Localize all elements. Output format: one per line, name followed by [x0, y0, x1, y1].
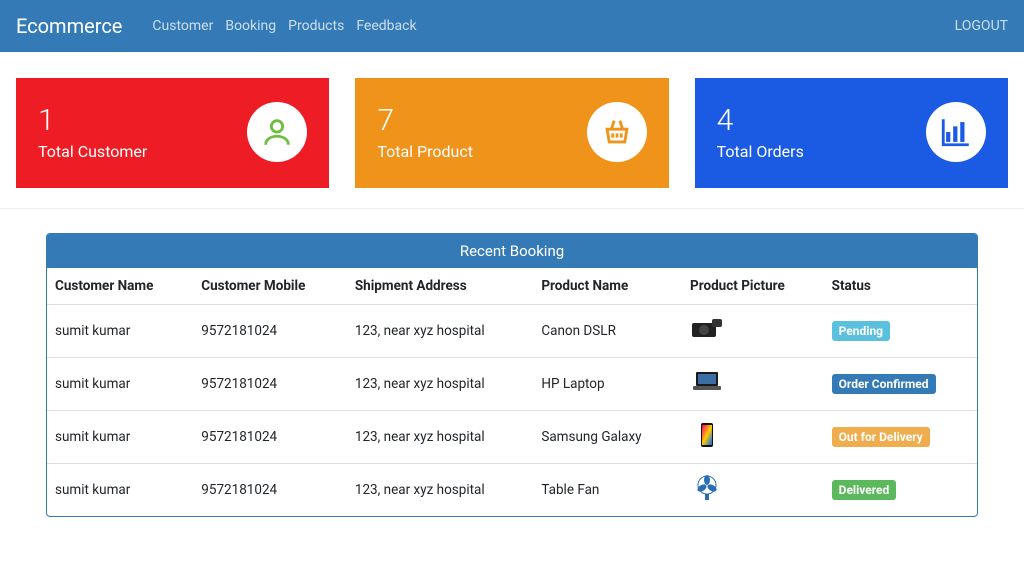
table-row: sumit kumar9572181024123, near xyz hospi…: [47, 411, 977, 464]
user-icon: [247, 102, 307, 162]
cell-product-name: Canon DSLR: [533, 305, 682, 358]
cell-shipment-address: 123, near xyz hospital: [347, 305, 533, 358]
nav-link-products[interactable]: Products: [288, 18, 344, 34]
table-row: sumit kumar9572181024123, near xyz hospi…: [47, 464, 977, 517]
col-customer-mobile: Customer Mobile: [193, 268, 347, 305]
cell-customer-name: sumit kumar: [47, 464, 193, 517]
card-content: 1 Total Customer: [38, 103, 147, 161]
table-header-row: Customer Name Customer Mobile Shipment A…: [47, 268, 977, 305]
status-badge: Out for Delivery: [832, 427, 930, 447]
nav-links: Customer Booking Products Feedback: [152, 18, 954, 34]
cell-customer-mobile: 9572181024: [193, 464, 347, 517]
card-value: 1: [38, 103, 147, 138]
booking-table: Customer Name Customer Mobile Shipment A…: [47, 268, 977, 516]
cell-status: Pending: [824, 305, 977, 358]
col-product-name: Product Name: [533, 268, 682, 305]
card-label: Total Product: [377, 142, 473, 161]
card-total-product[interactable]: 7 Total Product: [355, 78, 668, 188]
cell-product-picture: [682, 464, 824, 517]
cell-status: Delivered: [824, 464, 977, 517]
stat-cards: 1 Total Customer 7 Total Product 4 Total…: [0, 52, 1024, 209]
nav-link-booking[interactable]: Booking: [225, 18, 276, 34]
cell-product-name: Table Fan: [533, 464, 682, 517]
phone-icon: [690, 421, 724, 449]
laptop-icon: [690, 368, 724, 396]
cell-status: Order Confirmed: [824, 358, 977, 411]
basket-icon: [587, 102, 647, 162]
bar-chart-icon: [926, 102, 986, 162]
recent-booking-section: Recent Booking Customer Name Customer Mo…: [0, 209, 1024, 547]
cell-customer-name: sumit kumar: [47, 358, 193, 411]
cell-status: Out for Delivery: [824, 411, 977, 464]
table-row: sumit kumar9572181024123, near xyz hospi…: [47, 358, 977, 411]
nav-link-feedback[interactable]: Feedback: [356, 18, 416, 34]
card-label: Total Orders: [717, 142, 804, 161]
card-value: 4: [717, 103, 804, 138]
col-customer-name: Customer Name: [47, 268, 193, 305]
col-shipment-address: Shipment Address: [347, 268, 533, 305]
brand[interactable]: Ecommerce: [16, 14, 122, 38]
recent-booking-panel: Recent Booking Customer Name Customer Mo…: [46, 233, 978, 517]
cell-product-picture: [682, 358, 824, 411]
status-badge: Order Confirmed: [832, 374, 936, 394]
camera-icon: [690, 315, 724, 343]
cell-product-picture: [682, 411, 824, 464]
card-total-customer[interactable]: 1 Total Customer: [16, 78, 329, 188]
cell-shipment-address: 123, near xyz hospital: [347, 411, 533, 464]
table-row: sumit kumar9572181024123, near xyz hospi…: [47, 305, 977, 358]
cell-product-picture: [682, 305, 824, 358]
navbar: Ecommerce Customer Booking Products Feed…: [0, 0, 1024, 52]
fan-icon: [690, 474, 724, 502]
col-product-picture: Product Picture: [682, 268, 824, 305]
cell-customer-mobile: 9572181024: [193, 305, 347, 358]
status-badge: Pending: [832, 321, 890, 341]
cell-shipment-address: 123, near xyz hospital: [347, 464, 533, 517]
logout-link[interactable]: LOGOUT: [955, 18, 1008, 34]
card-value: 7: [377, 103, 473, 138]
col-status: Status: [824, 268, 977, 305]
card-total-orders[interactable]: 4 Total Orders: [695, 78, 1008, 188]
card-content: 4 Total Orders: [717, 103, 804, 161]
cell-shipment-address: 123, near xyz hospital: [347, 358, 533, 411]
cell-customer-mobile: 9572181024: [193, 411, 347, 464]
panel-title: Recent Booking: [47, 234, 977, 268]
card-label: Total Customer: [38, 142, 147, 161]
cell-customer-name: sumit kumar: [47, 305, 193, 358]
card-content: 7 Total Product: [377, 103, 473, 161]
cell-product-name: Samsung Galaxy: [533, 411, 682, 464]
cell-customer-mobile: 9572181024: [193, 358, 347, 411]
status-badge: Delivered: [832, 480, 897, 500]
nav-link-customer[interactable]: Customer: [152, 18, 213, 34]
cell-product-name: HP Laptop: [533, 358, 682, 411]
cell-customer-name: sumit kumar: [47, 411, 193, 464]
